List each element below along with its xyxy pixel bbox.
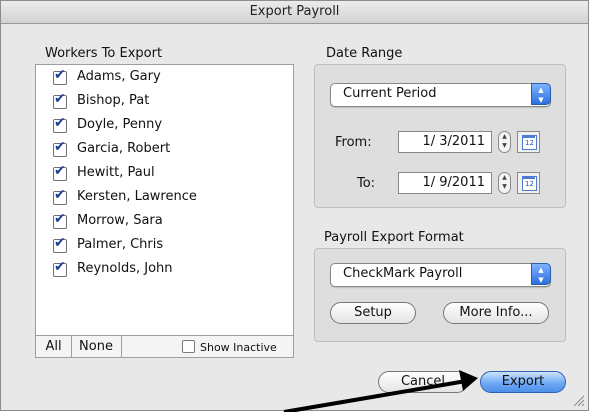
annotation-arrow-icon: [283, 370, 478, 412]
